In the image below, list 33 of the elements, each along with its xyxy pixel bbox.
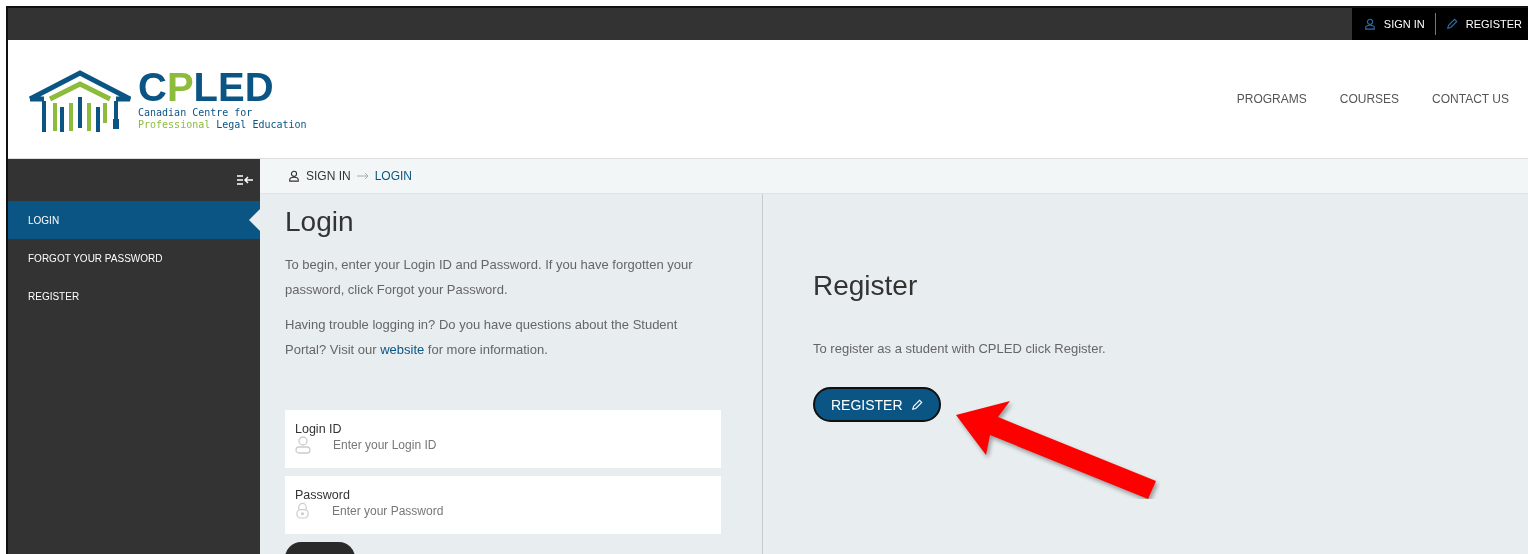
user-icon <box>288 170 300 182</box>
sidebar-item[interactable]: FORGOT YOUR PASSWORD <box>8 239 260 277</box>
register-button[interactable]: REGISTER <box>813 387 941 422</box>
intro-text: To begin, enter your Login ID and Password. If you have forgotten your password, click Forgot your Password. <box>285 256 694 299</box>
topbar-link[interactable]: REGISTER <box>1445 18 1522 30</box>
breadcrumb-link[interactable]: LOGIN <box>374 169 412 183</box>
nav-link[interactable]: PROGRAMS <box>1236 92 1307 106</box>
topbar-link[interactable]: SIGN IN <box>1363 18 1425 30</box>
user-icon <box>295 436 311 454</box>
field-label: Password <box>295 488 351 502</box>
section-title: Register <box>813 270 919 302</box>
collapse-icon[interactable] <box>237 174 254 186</box>
logo-tagline: Canadian Centre for <box>138 107 254 119</box>
logo-tagline: Professional Legal Education <box>138 119 307 131</box>
register-text: To register as a student with CPLED click Register. <box>813 340 1106 358</box>
sidebar-item[interactable]: REGISTER <box>8 277 260 315</box>
logo-icon <box>28 67 132 135</box>
website-link[interactable]: website <box>380 342 425 357</box>
logo-wordmark: CPLED <box>138 67 275 107</box>
sidebar-item[interactable]: LOGIN <box>8 201 260 239</box>
input-field[interactable]: Enter your Password <box>332 503 632 518</box>
lock-icon <box>295 502 310 519</box>
input-field[interactable]: Enter your Login ID <box>333 438 633 452</box>
pencil-icon <box>1445 18 1458 30</box>
field-label: Login ID <box>295 422 343 436</box>
pencil-icon <box>910 398 923 411</box>
breadcrumb-link[interactable]: SIGN IN <box>306 169 351 183</box>
page-title: Login <box>285 206 355 238</box>
user-icon <box>1363 18 1376 30</box>
nav-link[interactable]: CONTACT US <box>1432 92 1509 106</box>
arrow-icon <box>356 172 369 180</box>
nav-link[interactable]: COURSES <box>1339 92 1400 106</box>
help-text: Having trouble logging in? Do you have questions about the Student Portal? Visit our website for more information. <box>285 316 679 359</box>
